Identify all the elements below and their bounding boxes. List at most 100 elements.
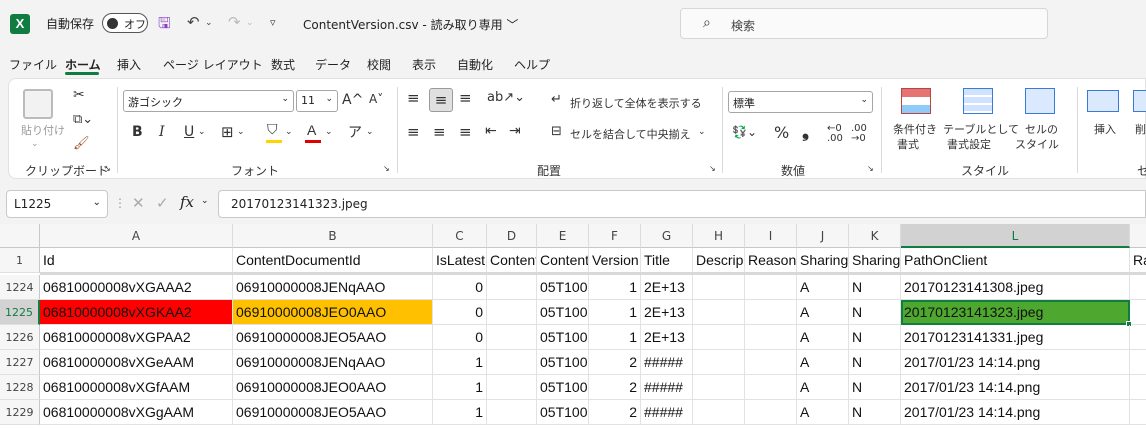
shrink-font-icon[interactable]: A˅	[369, 92, 383, 106]
table-cell[interactable]: 06810000008vXGgAAM	[40, 400, 233, 425]
column-header-k[interactable]: K	[849, 224, 901, 248]
menu-formulas[interactable]: 数式	[271, 56, 295, 73]
phonetic-dropdown-icon[interactable]: ⌄	[366, 127, 374, 137]
grow-font-icon[interactable]: A^	[342, 92, 363, 108]
menu-file[interactable]: ファイル	[9, 56, 57, 73]
accounting-format-icon[interactable]: 💱⌄	[732, 125, 757, 139]
undo-dropdown-icon[interactable]: ⌄	[205, 18, 213, 28]
conditional-formatting-icon[interactable]	[901, 88, 931, 114]
table-cell[interactable]: 2	[589, 350, 641, 375]
row-header[interactable]: 1226	[0, 325, 40, 350]
row-header[interactable]: 1225	[0, 300, 40, 325]
table-cell[interactable]	[745, 275, 797, 300]
table-cell[interactable]: 06910000008JEO0AAO	[233, 300, 433, 325]
conditional-formatting-label-2[interactable]: 書式	[897, 136, 919, 152]
table-cell[interactable]: N	[849, 350, 901, 375]
font-name-select[interactable]: 游ゴシック ⌄	[123, 90, 294, 112]
table-cell[interactable]: N	[849, 375, 901, 400]
table-cell[interactable]: 2E+13	[641, 300, 693, 325]
table-cell[interactable]	[745, 300, 797, 325]
table-cell[interactable]	[487, 400, 537, 425]
column-header-e[interactable]: E	[537, 224, 589, 248]
wrap-text-button[interactable]: 折り返して全体を表示する	[570, 95, 702, 111]
alignment-launcher-icon[interactable]: ↘	[709, 164, 716, 173]
increase-indent-icon[interactable]: ⇥	[509, 123, 521, 139]
table-cell[interactable]: 06810000008vXGfAAM	[40, 375, 233, 400]
search-box[interactable]: ⌕ 検索	[680, 8, 1048, 39]
align-left-icon[interactable]: ≡	[407, 123, 420, 141]
table-cell[interactable]: 20170123141331.jpeg	[901, 325, 1130, 350]
header-cell[interactable]: Id	[40, 248, 233, 273]
table-cell[interactable]	[487, 325, 537, 350]
font-color-icon[interactable]: A	[307, 122, 316, 138]
cut-icon[interactable]: ✂	[73, 87, 85, 103]
header-cell[interactable]: Title	[641, 248, 693, 273]
table-cell[interactable]: 06910000008JENqAAO	[233, 275, 433, 300]
copy-icon[interactable]: ⧉⌄	[73, 112, 93, 127]
table-cell[interactable]: A	[797, 300, 849, 325]
menu-view[interactable]: 表示	[412, 56, 436, 73]
paste-label[interactable]: 貼り付け	[21, 122, 65, 138]
decrease-indent-icon[interactable]: ⇤	[485, 123, 497, 139]
table-cell[interactable]	[693, 350, 745, 375]
column-header-g[interactable]: G	[641, 224, 693, 248]
table-cell[interactable]: A	[797, 275, 849, 300]
header-cell[interactable]: Content	[537, 248, 589, 273]
column-header-l[interactable]: L	[901, 224, 1130, 248]
cancel-icon[interactable]: ✕	[132, 194, 145, 212]
table-cell[interactable]	[1130, 375, 1146, 400]
column-header-i[interactable]: I	[745, 224, 797, 248]
underline-button[interactable]: U	[184, 124, 194, 140]
header-cell[interactable]: ContentDocumentId	[233, 248, 433, 273]
autosave-toggle[interactable]: オフ	[102, 13, 148, 33]
table-cell[interactable]: 1	[433, 400, 487, 425]
merge-center-button[interactable]: セルを結合して中央揃え	[570, 126, 691, 142]
number-launcher-icon[interactable]: ↘	[867, 164, 874, 173]
font-size-select[interactable]: 11 ⌄	[296, 90, 338, 112]
header-cell[interactable]: Reason	[745, 248, 797, 273]
increase-decimal-icon[interactable]: ←0.00	[827, 124, 843, 144]
number-format-select[interactable]: 標準 ⌄	[728, 91, 873, 113]
table-cell[interactable]: 2017/01/23 14:14.png	[901, 350, 1130, 375]
align-center-icon[interactable]: ≡	[433, 123, 446, 141]
table-cell[interactable]	[693, 300, 745, 325]
merge-dropdown-icon[interactable]: ⌄	[698, 127, 706, 137]
table-cell[interactable]: A	[797, 325, 849, 350]
row-header[interactable]: 1	[0, 248, 40, 273]
selected-cell[interactable]: 20170123141323.jpeg	[901, 300, 1130, 325]
table-cell[interactable]: #####	[641, 375, 693, 400]
align-middle-icon[interactable]: ≡	[429, 88, 453, 112]
table-cell[interactable]: 2017/01/23 14:14.png	[901, 375, 1130, 400]
column-header-h[interactable]: H	[693, 224, 745, 248]
menu-automate[interactable]: 自動化	[457, 56, 493, 73]
decrease-decimal-icon[interactable]: .00 →0	[851, 124, 867, 144]
orientation-icon[interactable]: ab↗⌄	[487, 90, 525, 105]
table-cell[interactable]: 2	[589, 400, 641, 425]
menu-help[interactable]: ヘルプ	[514, 56, 550, 73]
header-cell[interactable]: IsLatest	[433, 248, 487, 273]
format-painter-icon[interactable]: 🖌	[73, 136, 90, 151]
undo-icon[interactable]: ↶	[187, 13, 200, 31]
table-cell[interactable]: 2	[589, 375, 641, 400]
paste-dropdown-icon[interactable]: ⌄	[31, 139, 39, 149]
table-cell[interactable]: 06810000008vXGKAA2	[40, 300, 233, 325]
row-header[interactable]: 1228	[0, 375, 40, 400]
row-header[interactable]: 1224	[0, 275, 40, 300]
phonetic-guide-icon[interactable]: ア	[348, 122, 362, 142]
header-cell[interactable]: PathOnClient	[901, 248, 1130, 273]
table-cell[interactable]: 05T100	[537, 275, 589, 300]
table-cell[interactable]: 1	[433, 350, 487, 375]
table-cell[interactable]: A	[797, 350, 849, 375]
table-cell[interactable]	[1130, 400, 1146, 425]
table-cell[interactable]: 06810000008vXGeAAM	[40, 350, 233, 375]
enter-icon[interactable]: ✓	[156, 194, 169, 212]
italic-button[interactable]: I	[159, 124, 165, 140]
table-cell[interactable]: 05T100	[537, 325, 589, 350]
menu-data[interactable]: データ	[315, 56, 351, 73]
table-cell[interactable]	[487, 350, 537, 375]
row-header[interactable]: 1227	[0, 350, 40, 375]
table-cell[interactable]: N	[849, 300, 901, 325]
column-header-b[interactable]: B	[233, 224, 433, 248]
table-cell[interactable]: 20170123141308.jpeg	[901, 275, 1130, 300]
format-as-table-label-2[interactable]: 書式設定	[947, 136, 991, 152]
